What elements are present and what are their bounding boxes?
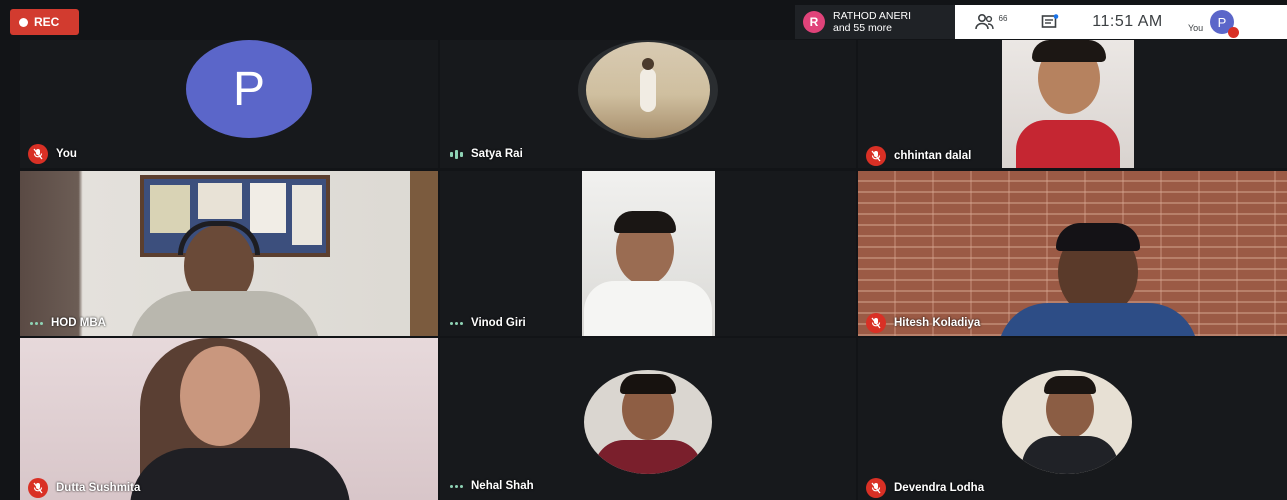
tile-hitesh-koladiya[interactable]: Hitesh Koladiya [858, 171, 1287, 336]
recording-badge: REC [10, 9, 79, 35]
mic-off-icon [28, 144, 48, 164]
recording-label: REC [34, 15, 60, 29]
tile-label: Hitesh Koladiya [866, 313, 980, 333]
tile-label: Satya Rai [450, 148, 523, 160]
tile-you[interactable]: P You [20, 40, 438, 168]
meeting-clock: 11:51 AM [1092, 13, 1163, 30]
participant-name: Devendra Lodha [894, 482, 985, 494]
participant-name: Dutta Sushmita [56, 482, 141, 494]
tile-vinod-giri[interactable]: Vinod Giri [440, 171, 856, 336]
tile-label: Nehal Shah [450, 480, 534, 492]
tile-label: Dutta Sushmita [28, 478, 140, 498]
tile-dutta-sushmita[interactable]: Dutta Sushmita [20, 338, 438, 500]
presenter-name: RATHOD ANERI [833, 10, 911, 22]
tile-label: chhintan dalal [866, 146, 971, 166]
audio-dots-icon [450, 484, 463, 488]
participant-name: chhintan dalal [894, 150, 972, 162]
tile-label: HOD MBA [30, 317, 106, 329]
participant-avatar [584, 370, 712, 474]
people-count: 66 [998, 13, 1008, 23]
tile-hod-mba[interactable]: HOD MBA [20, 171, 438, 336]
top-bar: 66 11:51 AM You P [955, 5, 1287, 39]
tile-label: You [28, 144, 77, 164]
participant-name: HOD MBA [51, 317, 106, 329]
participant-name: Satya Rai [471, 148, 523, 160]
mic-off-icon [866, 146, 886, 166]
chat-icon [1041, 13, 1059, 28]
tile-label: Vinod Giri [450, 317, 526, 329]
participant-name: Vinod Giri [471, 317, 526, 329]
participant-video [1002, 40, 1134, 168]
you-avatar: P [186, 40, 312, 138]
mic-off-icon [866, 313, 886, 333]
presenter-more: and 55 more [833, 22, 892, 34]
speaking-indicator-icon [450, 149, 463, 159]
tile-nehal-shah[interactable]: Nehal Shah [440, 338, 856, 500]
tile-label: Devendra Lodha [866, 478, 984, 498]
self-account[interactable]: You P [1180, 5, 1287, 39]
participant-video [582, 171, 715, 336]
tile-devendra-lodha[interactable]: Devendra Lodha [858, 338, 1287, 500]
meeting-stage: REC R RATHOD ANERI and 55 more 66 11:51 … [0, 0, 1287, 500]
self-label: You [1188, 23, 1204, 33]
mic-off-icon [866, 478, 886, 498]
participant-name: Nehal Shah [471, 480, 534, 492]
tile-chhintan-dalal[interactable]: chhintan dalal [858, 40, 1287, 168]
presenter-summary[interactable]: R RATHOD ANERI and 55 more [795, 5, 955, 39]
tile-satya-rai[interactable]: Satya Rai [440, 40, 856, 168]
participant-name: You [56, 148, 77, 160]
chat-button[interactable] [1025, 13, 1075, 31]
participant-name: Hitesh Koladiya [894, 317, 981, 329]
audio-dots-icon [30, 321, 43, 325]
participant-avatar [578, 40, 718, 140]
people-icon [974, 13, 994, 30]
self-mic-off-icon [1228, 27, 1239, 38]
people-button[interactable]: 66 [955, 13, 1025, 31]
record-dot-icon [19, 17, 28, 27]
participant-avatar [1002, 370, 1132, 474]
mic-off-icon [28, 478, 48, 498]
audio-dots-icon [450, 321, 463, 325]
presenter-avatar: R [803, 11, 825, 33]
